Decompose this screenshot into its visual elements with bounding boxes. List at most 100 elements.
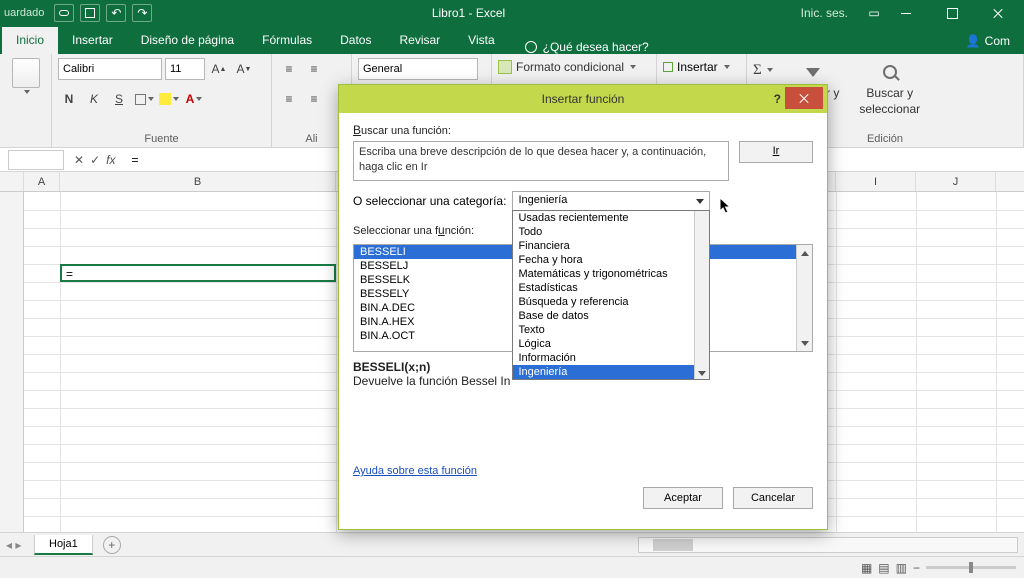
zoom-out-icon[interactable]: − bbox=[913, 561, 920, 575]
window-title: Libro1 - Excel bbox=[152, 6, 784, 20]
view-layout-icon[interactable]: ▤ bbox=[878, 561, 889, 575]
align-center-icon[interactable]: ≡ bbox=[303, 88, 325, 110]
align-top-icon[interactable]: ≡ bbox=[278, 58, 300, 80]
signin-label[interactable]: Inic. ses. bbox=[785, 6, 864, 20]
horizontal-scrollbar[interactable] bbox=[638, 537, 1018, 553]
quick-access-toolbar: uardado ↶ ↷ bbox=[4, 4, 152, 22]
bold-button[interactable]: N bbox=[58, 88, 80, 110]
cat-option-selected[interactable]: Ingeniería bbox=[513, 365, 709, 379]
clipboard-label bbox=[6, 143, 45, 145]
sheet-nav[interactable]: ◂ ▸ bbox=[6, 538, 21, 552]
insert-cells-button[interactable]: Insertar bbox=[663, 58, 730, 76]
save-icon[interactable] bbox=[80, 4, 100, 22]
paste-icon bbox=[12, 58, 40, 88]
align-left-icon[interactable]: ≡ bbox=[278, 88, 300, 110]
go-button[interactable]: Ir bbox=[739, 141, 813, 163]
cat-option[interactable]: Financiera bbox=[513, 239, 709, 253]
tab-diseno[interactable]: Diseño de página bbox=[127, 27, 248, 54]
tab-datos[interactable]: Datos bbox=[326, 27, 385, 54]
cat-option[interactable]: Búsqueda y referencia bbox=[513, 295, 709, 309]
cat-option[interactable]: Todo bbox=[513, 225, 709, 239]
window-controls bbox=[884, 0, 1020, 26]
mouse-cursor-icon bbox=[720, 198, 734, 216]
close-window-button[interactable] bbox=[976, 0, 1020, 26]
cat-option[interactable]: Información bbox=[513, 351, 709, 365]
font-name-combo[interactable]: Calibri bbox=[58, 58, 162, 80]
category-dropdown-list: Usadas recientemente Todo Financiera Fec… bbox=[512, 210, 710, 380]
cat-option[interactable]: Texto bbox=[513, 323, 709, 337]
insert-icon bbox=[663, 62, 673, 72]
fill-color-button[interactable] bbox=[158, 88, 180, 110]
dialog-titlebar[interactable]: Insertar función ? bbox=[339, 85, 827, 113]
listbox-scrollbar[interactable] bbox=[796, 245, 812, 351]
cat-option[interactable]: Estadísticas bbox=[513, 281, 709, 295]
view-break-icon[interactable]: ▥ bbox=[896, 561, 907, 575]
share-button[interactable]: 👤Com bbox=[952, 28, 1024, 54]
active-cell[interactable]: = bbox=[60, 264, 336, 282]
row-headers bbox=[0, 192, 24, 532]
redo-icon[interactable]: ↷ bbox=[132, 4, 152, 22]
align-group-label: Ali bbox=[278, 131, 345, 145]
sigma-icon: Σ bbox=[753, 62, 762, 79]
dialog-help-icon[interactable]: ? bbox=[774, 92, 781, 106]
search-label: Buscar una función: bbox=[353, 123, 813, 137]
minimize-button[interactable] bbox=[884, 0, 928, 26]
fx-icon[interactable]: fx bbox=[106, 153, 115, 167]
dropdown-scrollbar[interactable] bbox=[694, 211, 709, 379]
conditional-format-button[interactable]: Formato condicional bbox=[498, 58, 636, 76]
select-all-corner[interactable] bbox=[0, 172, 24, 191]
autosum-button[interactable]: Σ bbox=[753, 60, 774, 80]
cat-option[interactable]: Lógica bbox=[513, 337, 709, 351]
increase-font-icon[interactable]: A▲ bbox=[208, 58, 230, 80]
undo-icon[interactable]: ↶ bbox=[106, 4, 126, 22]
col-header-j[interactable]: J bbox=[916, 172, 996, 191]
font-group-label: Fuente bbox=[58, 131, 265, 145]
tab-inicio[interactable]: Inicio bbox=[2, 27, 58, 54]
cond-format-label: Formato condicional bbox=[516, 60, 624, 74]
cancel-formula-icon[interactable]: ✕ bbox=[74, 153, 84, 167]
add-sheet-button[interactable]: + bbox=[103, 536, 121, 554]
cat-option[interactable]: Base de datos bbox=[513, 309, 709, 323]
sheet-tab-1[interactable]: Hoja1 bbox=[34, 535, 93, 555]
italic-button[interactable]: K bbox=[83, 88, 105, 110]
align-mid-icon[interactable]: ≡ bbox=[303, 58, 325, 80]
zoom-slider[interactable] bbox=[926, 566, 1016, 569]
find-select-button[interactable]: Buscar y seleccionar bbox=[851, 58, 928, 116]
scroll-up-icon[interactable] bbox=[797, 245, 812, 261]
chevron-down-icon bbox=[24, 90, 30, 94]
category-select[interactable]: Ingeniería Usadas recientemente Todo Fin… bbox=[512, 191, 710, 211]
view-normal-icon[interactable]: ▦ bbox=[861, 561, 872, 575]
search-function-input[interactable]: Escriba una breve descripción de lo que … bbox=[353, 141, 729, 181]
dialog-close-button[interactable] bbox=[785, 87, 823, 109]
autosave-toggle[interactable] bbox=[54, 4, 74, 22]
font-color-button[interactable]: A bbox=[183, 88, 205, 110]
tab-revisar[interactable]: Revisar bbox=[385, 27, 454, 54]
name-box[interactable] bbox=[8, 150, 64, 170]
cat-option[interactable]: Matemáticas y trigonométricas bbox=[513, 267, 709, 281]
number-format-combo[interactable]: General bbox=[358, 58, 478, 80]
tab-formulas[interactable]: Fórmulas bbox=[248, 27, 326, 54]
title-bar: uardado ↶ ↷ Libro1 - Excel Inic. ses. ▭ bbox=[0, 0, 1024, 26]
border-button[interactable] bbox=[133, 88, 155, 110]
cat-option[interactable]: Usadas recientemente bbox=[513, 211, 709, 225]
tab-vista[interactable]: Vista bbox=[454, 27, 508, 54]
decrease-font-icon[interactable]: A▼ bbox=[233, 58, 255, 80]
ribbon-options-icon[interactable]: ▭ bbox=[864, 4, 884, 22]
scroll-down-icon[interactable] bbox=[797, 335, 812, 351]
col-header-b[interactable]: B bbox=[60, 172, 336, 191]
ok-button[interactable]: Aceptar bbox=[643, 487, 723, 509]
underline-button[interactable]: S bbox=[108, 88, 130, 110]
cancel-button[interactable]: Cancelar bbox=[733, 487, 813, 509]
col-header-a[interactable]: A bbox=[24, 172, 60, 191]
tell-me[interactable]: ¿Qué desea hacer? bbox=[515, 40, 659, 54]
enter-formula-icon[interactable]: ✓ bbox=[90, 153, 100, 167]
tab-insertar[interactable]: Insertar bbox=[58, 27, 127, 54]
sheet-tabs: ◂ ▸ Hoja1 + bbox=[0, 532, 1024, 556]
insert-function-dialog: Insertar función ? Buscar una función: E… bbox=[338, 84, 828, 530]
paste-button[interactable] bbox=[6, 58, 45, 94]
cat-option[interactable]: Fecha y hora bbox=[513, 253, 709, 267]
col-header-i[interactable]: I bbox=[836, 172, 916, 191]
font-size-combo[interactable]: 11 bbox=[165, 58, 205, 80]
maximize-button[interactable] bbox=[930, 0, 974, 26]
function-help-link[interactable]: Ayuda sobre esta función bbox=[353, 465, 813, 477]
